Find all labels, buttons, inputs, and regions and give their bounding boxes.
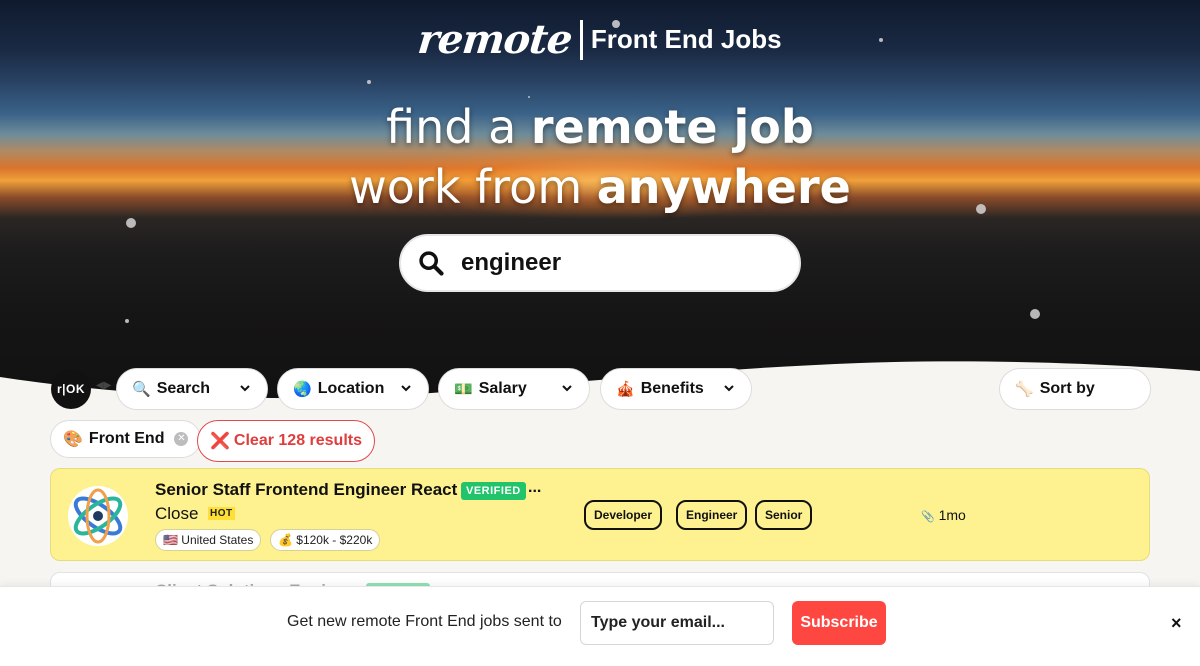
company-logo	[68, 486, 128, 546]
subscribe-button[interactable]: Subscribe	[792, 601, 886, 645]
filter-label: Location	[317, 380, 385, 397]
salary-tag: 💰 $120k - $220k	[270, 529, 381, 551]
headline-bold-text: anywhere	[596, 160, 851, 214]
remove-chip-icon[interactable]: ✕	[174, 432, 189, 446]
chevron-down-icon	[562, 385, 572, 392]
headline-bold-text: remote job	[530, 100, 814, 154]
snow-dot	[367, 80, 371, 84]
remote-ok-logo-button[interactable]: r|OK	[51, 369, 91, 409]
sort-by-dropdown[interactable]: 🦴 Sort by	[999, 368, 1151, 410]
circus-tent-icon: 🎪	[616, 381, 635, 398]
cross-mark-icon: ❌	[210, 433, 230, 450]
hero-headline-line1: find a remote job	[0, 100, 1200, 154]
clear-results-button[interactable]: ❌ Clear 128 results	[197, 420, 375, 462]
chevron-down-icon	[240, 385, 250, 392]
job-title[interactable]: Senior Staff Frontend Engineer React	[155, 480, 457, 500]
snow-dot	[125, 319, 129, 323]
rok-arrow-icon: ◀▶	[96, 380, 112, 391]
site-logo[interactable]: remote Front End Jobs	[0, 16, 1200, 63]
headline-light-text: work from	[349, 160, 597, 214]
headline-light-text: find a	[386, 100, 531, 154]
filter-label: Benefits	[640, 380, 704, 397]
snow-dot	[528, 96, 530, 98]
hot-badge: HOT	[208, 507, 235, 520]
job-card[interactable]: Senior Staff Frontend Engineer React VER…	[50, 468, 1150, 561]
hero-banner: remote Front End Jobs find a remote job …	[0, 0, 1200, 420]
filter-salary-dropdown[interactable]: 💵 Salary	[438, 368, 590, 410]
paperclip-icon: 📎	[921, 511, 935, 523]
bone-icon: 🦴	[1015, 381, 1034, 398]
company-name[interactable]: Close	[155, 504, 198, 524]
subscribe-prompt: Get new remote Front End jobs sent to	[287, 613, 562, 630]
chip-label: Front End	[88, 430, 165, 447]
filter-search-dropdown[interactable]: 🔍 Search	[116, 368, 268, 410]
filter-location-dropdown[interactable]: 🌏 Location	[277, 368, 429, 410]
filter-label: Salary	[478, 380, 527, 397]
age-text: 1mo	[938, 507, 966, 523]
logo-subtitle: Front End Jobs	[590, 24, 782, 54]
money-icon: 💵	[454, 381, 473, 398]
search-emoji-icon: 🔍	[132, 381, 151, 398]
job-age: 📎 1mo	[921, 507, 966, 523]
globe-icon: 🌏	[293, 381, 312, 398]
verified-badge: VERIFIED	[461, 482, 526, 500]
search-icon	[419, 251, 444, 276]
filter-benefits-dropdown[interactable]: 🎪 Benefits	[600, 368, 752, 410]
filter-bar: r|OK ◀▶ 🔍 Search 🌏 Location 💵 Salary 🎪 B…	[0, 366, 1200, 412]
filter-label: Search	[156, 380, 211, 397]
active-filter-chips: 🎨 Front End ✕ ❌ Clear 128 results	[0, 418, 1200, 462]
chip-front-end[interactable]: 🎨 Front End ✕	[50, 420, 202, 458]
palette-icon: 🎨	[63, 431, 83, 448]
sort-label: Sort by	[1039, 380, 1095, 397]
hero-search-box[interactable]	[399, 234, 801, 292]
logo-wordmark: remote	[415, 16, 575, 63]
title-overflow: ...	[528, 479, 542, 496]
clear-label: Clear 128 results	[233, 432, 362, 449]
close-icon[interactable]: ×	[1171, 613, 1182, 634]
job-tag-engineer[interactable]: Engineer	[676, 500, 748, 530]
snow-dot	[1030, 309, 1040, 319]
job-tag-developer[interactable]: Developer	[584, 500, 663, 530]
chevron-down-icon	[724, 385, 734, 392]
location-tag: 🇺🇸 United States	[155, 529, 262, 551]
subscribe-bar: Get new remote Front End jobs sent to Su…	[0, 586, 1200, 666]
snow-dot	[126, 218, 136, 228]
email-field[interactable]	[580, 601, 774, 645]
job-tag-senior[interactable]: Senior	[755, 500, 813, 530]
chevron-down-icon	[401, 385, 411, 392]
search-input[interactable]	[461, 249, 761, 277]
logo-divider	[579, 19, 583, 60]
hero-headline-line2: work from anywhere	[0, 160, 1200, 214]
